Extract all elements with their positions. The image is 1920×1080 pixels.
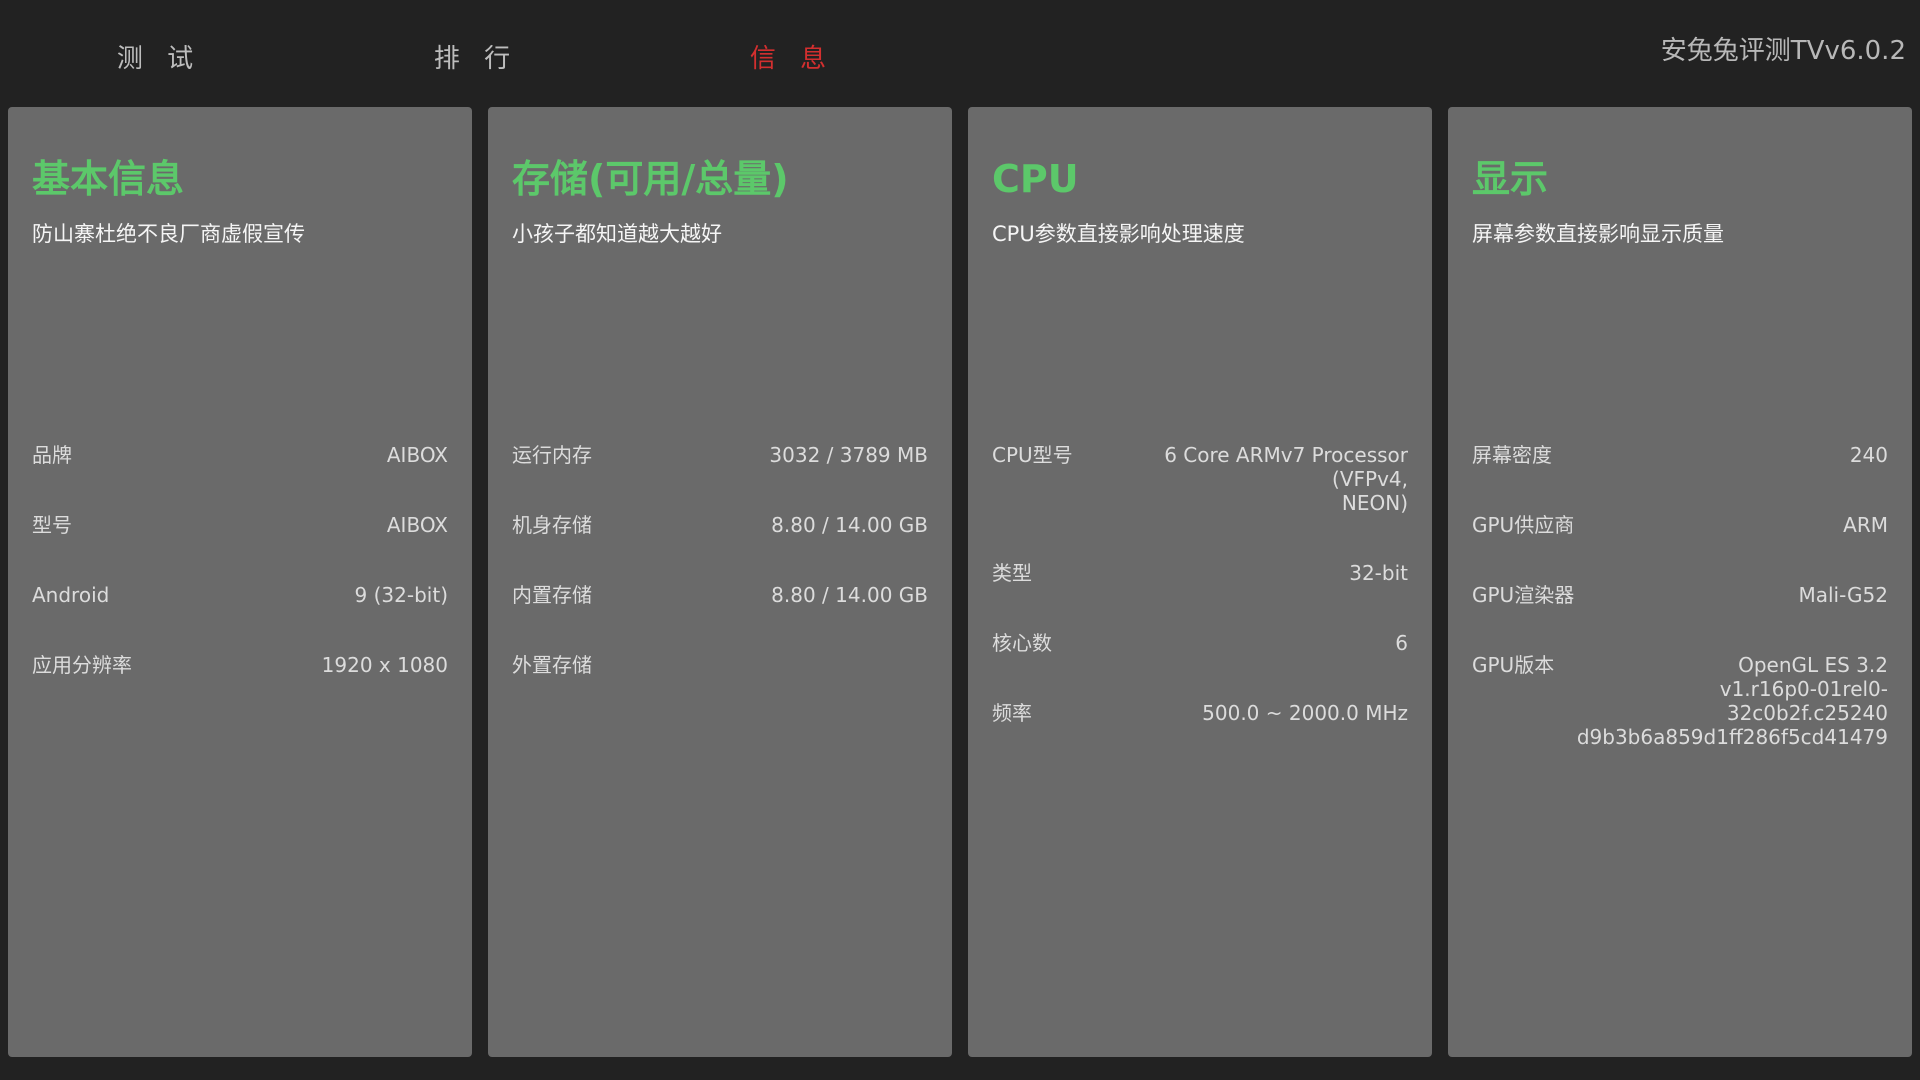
card-subtitle: 屏幕参数直接影响显示质量 <box>1472 222 1724 246</box>
info-row-gpu-version: GPU版本 OpenGL ES 3.2 v1.r16p0-01rel0-32c0… <box>1472 653 1888 749</box>
top-bar: 测 试 排 行 信 息 安兔兔评测TVv6.0.2 <box>0 0 1920 100</box>
row-label: 品牌 <box>32 443 72 467</box>
info-row-device-storage: 机身存储 8.80 / 14.00 GB <box>512 513 928 537</box>
info-row-internal-storage: 内置存储 8.80 / 14.00 GB <box>512 583 928 607</box>
row-label: 频率 <box>992 701 1032 725</box>
row-value: Mali-G52 <box>1798 583 1888 607</box>
row-label: GPU供应商 <box>1472 513 1575 537</box>
row-value: 3032 / 3789 MB <box>769 443 928 467</box>
row-value: 500.0 ~ 2000.0 MHz <box>1202 701 1408 725</box>
row-value: 8.80 / 14.00 GB <box>771 583 928 607</box>
card-storage[interactable]: 存储(可用/总量) 小孩子都知道越大越好 运行内存 3032 / 3789 MB… <box>488 107 952 1057</box>
card-display[interactable]: 显示 屏幕参数直接影响显示质量 屏幕密度 240 GPU供应商 ARM GPU渲… <box>1448 107 1912 1057</box>
row-label: GPU版本 <box>1472 653 1555 677</box>
info-row-cpu-type: 类型 32-bit <box>992 561 1408 585</box>
row-value: 1920 x 1080 <box>321 653 448 677</box>
row-value: OpenGL ES 3.2 v1.r16p0-01rel0-32c0b2f.c2… <box>1576 653 1888 749</box>
card-title: 存储(可用/总量) <box>512 157 789 201</box>
row-value: 6 <box>1395 631 1408 655</box>
row-value: 8.80 / 14.00 GB <box>771 513 928 537</box>
card-basic-info[interactable]: 基本信息 防山寨杜绝不良厂商虚假宣传 品牌 AIBOX 型号 AIBOX And… <box>8 107 472 1057</box>
card-title: 显示 <box>1472 157 1549 201</box>
row-value: ARM <box>1843 513 1888 537</box>
info-row-ram: 运行内存 3032 / 3789 MB <box>512 443 928 467</box>
tab-info[interactable]: 信 息 <box>712 38 872 75</box>
info-row-cores: 核心数 6 <box>992 631 1408 655</box>
info-row-external-storage: 外置存储 <box>512 653 928 677</box>
info-row-android: Android 9 (32-bit) <box>32 583 448 607</box>
info-rows: 运行内存 3032 / 3789 MB 机身存储 8.80 / 14.00 GB… <box>512 443 928 723</box>
row-value: 240 <box>1849 443 1888 467</box>
row-label: 机身存储 <box>512 513 592 537</box>
info-row-frequency: 频率 500.0 ~ 2000.0 MHz <box>992 701 1408 725</box>
card-subtitle: 防山寨杜绝不良厂商虚假宣传 <box>32 222 305 246</box>
row-label: 型号 <box>32 513 72 537</box>
row-label: 运行内存 <box>512 443 592 467</box>
info-rows: 屏幕密度 240 GPU供应商 ARM GPU渲染器 Mali-G52 GPU版… <box>1472 443 1888 795</box>
row-label: Android <box>32 583 110 607</box>
info-row-gpu-vendor: GPU供应商 ARM <box>1472 513 1888 537</box>
row-label: 内置存储 <box>512 583 592 607</box>
info-row-gpu-renderer: GPU渲染器 Mali-G52 <box>1472 583 1888 607</box>
row-label: GPU渲染器 <box>1472 583 1575 607</box>
row-label: CPU型号 <box>992 443 1073 467</box>
row-value: AIBOX <box>386 513 448 537</box>
card-subtitle: CPU参数直接影响处理速度 <box>992 222 1245 246</box>
row-label: 屏幕密度 <box>1472 443 1552 467</box>
card-title: 基本信息 <box>32 157 185 201</box>
info-row-brand: 品牌 AIBOX <box>32 443 448 467</box>
info-row-cpu-model: CPU型号 6 Core ARMv7 Processor (VFPv4, NEO… <box>992 443 1408 515</box>
card-cpu[interactable]: CPU CPU参数直接影响处理速度 CPU型号 6 Core ARMv7 Pro… <box>968 107 1432 1057</box>
row-value: 6 Core ARMv7 Processor (VFPv4, NEON) <box>1164 443 1408 515</box>
tab-test[interactable]: 测 试 <box>79 38 239 75</box>
info-row-model: 型号 AIBOX <box>32 513 448 537</box>
info-rows: CPU型号 6 Core ARMv7 Processor (VFPv4, NEO… <box>992 443 1408 771</box>
info-row-resolution: 应用分辨率 1920 x 1080 <box>32 653 448 677</box>
tab-ranking[interactable]: 排 行 <box>396 38 556 75</box>
row-value: 9 (32-bit) <box>354 583 448 607</box>
app-title: 安兔兔评测TVv6.0.2 <box>1660 36 1906 66</box>
info-rows: 品牌 AIBOX 型号 AIBOX Android 9 (32-bit) 应用分… <box>32 443 448 723</box>
info-row-density: 屏幕密度 240 <box>1472 443 1888 467</box>
card-subtitle: 小孩子都知道越大越好 <box>512 222 722 246</box>
row-label: 外置存储 <box>512 653 592 677</box>
row-value: 32-bit <box>1349 561 1408 585</box>
row-value: AIBOX <box>386 443 448 467</box>
row-label: 应用分辨率 <box>32 653 132 677</box>
card-title: CPU <box>992 157 1079 201</box>
row-label: 核心数 <box>992 631 1052 655</box>
row-label: 类型 <box>992 561 1032 585</box>
